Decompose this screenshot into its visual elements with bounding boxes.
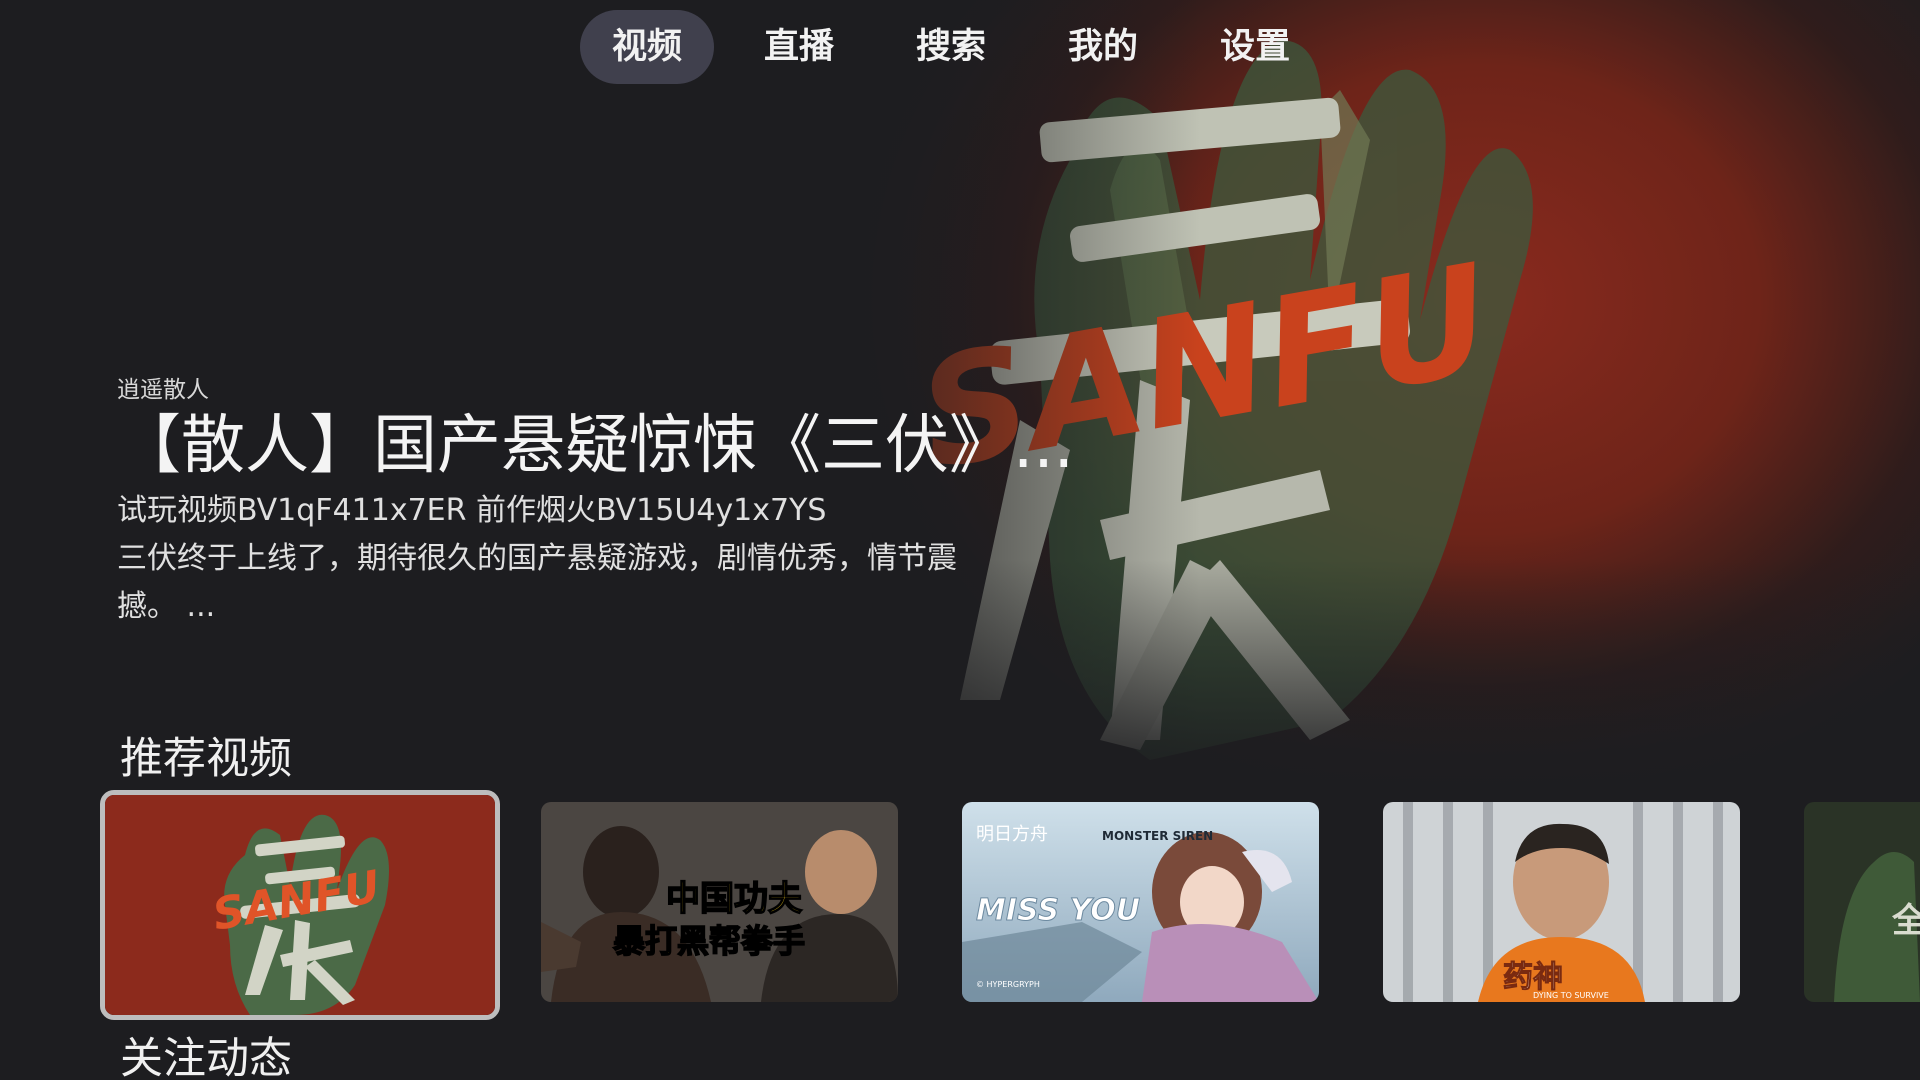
video-card-kungfu[interactable]: 中国功夫 暴打黑帮拳手	[541, 802, 898, 1002]
video-thumbnail: 明日方舟 MONSTER SIREN MISS YOU © HYPERGRYPH	[962, 802, 1319, 1002]
section-title-recommended: 推荐视频	[120, 734, 292, 784]
thumb-dying-text: DYING TO SURVIVE	[1533, 991, 1609, 1000]
tab-live[interactable]: 直播	[732, 10, 866, 84]
featured-desc-line: 撼。 ...	[117, 589, 216, 624]
video-card-sanfu[interactable]: SANFU	[100, 790, 500, 1020]
featured-author: 逍遥散人	[117, 377, 209, 403]
tab-search[interactable]: 搜索	[884, 10, 1018, 84]
thumb-missyou-text: MISS YOU	[976, 893, 1140, 928]
thumb-kungfu-line1: 中国功夫	[666, 879, 803, 919]
video-card-missyou[interactable]: 明日方舟 MONSTER SIREN MISS YOU © HYPERGRYPH	[962, 802, 1319, 1002]
video-card-partial[interactable]: 全	[1804, 802, 1920, 1002]
thumb-brand-text: 明日方舟	[976, 824, 1048, 845]
tab-mine[interactable]: 我的	[1036, 10, 1170, 84]
featured-desc-line: 三伏终于上线了，期待很久的国产悬疑游戏，剧情优秀，情节震	[117, 541, 957, 576]
recommended-video-row: SANFU 中国功夫 暴打黑帮拳手 明日方舟 MONSTER SIREN MIS…	[0, 790, 1920, 1020]
featured-desc-line: 试玩视频BV1qF411x7ER 前作烟火BV15U4y1x7YS	[117, 493, 827, 528]
video-card-yaoshen[interactable]: 药神 DYING TO SURVIVE	[1383, 802, 1740, 1002]
app-screen: SANFU 视频 直播 搜索 我的 设置 逍遥散人 【散人】国产悬疑惊悚《三伏》…	[0, 0, 1920, 1080]
featured-description: 试玩视频BV1qF411x7ER 前作烟火BV15U4y1x7YS 三伏终于上线…	[117, 487, 1047, 631]
thumb-copyright-text: © HYPERGRYPH	[976, 980, 1040, 989]
video-thumbnail: 中国功夫 暴打黑帮拳手	[541, 802, 898, 1002]
featured-title: 【散人】国产悬疑惊悚《三伏》...	[117, 409, 1075, 483]
top-nav: 视频 直播 搜索 我的 设置	[580, 10, 1322, 84]
thumb-yaoshen-text: 药神	[1503, 960, 1563, 995]
video-thumbnail: 全	[1804, 802, 1920, 1002]
thumb-kungfu-line2: 暴打黑帮拳手	[613, 922, 805, 960]
thumb-partial-text: 全	[1891, 901, 1920, 941]
video-thumbnail: SANFU	[105, 795, 495, 1015]
tab-settings[interactable]: 设置	[1188, 10, 1322, 84]
section-title-following: 关注动态	[120, 1034, 292, 1080]
video-thumbnail: 药神 DYING TO SURVIVE	[1383, 802, 1740, 1002]
thumb-monster-siren-text: MONSTER SIREN	[1102, 829, 1213, 843]
tab-video[interactable]: 视频	[580, 10, 715, 84]
